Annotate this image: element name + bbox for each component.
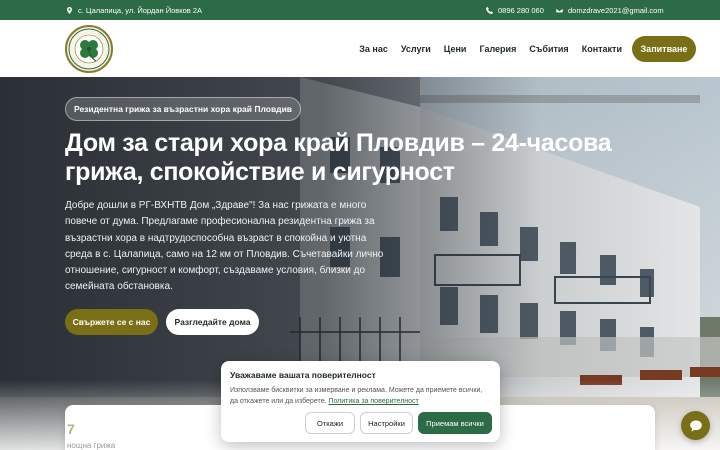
- cookie-actions: Откажи Настройки Приемам всички: [305, 412, 492, 434]
- top-contact-bar: с. Цалапица, ул. Йордан Йовков 2А 0896 2…: [0, 0, 720, 20]
- nav-contacts[interactable]: Контакти: [582, 44, 622, 54]
- nav-about[interactable]: За нас: [359, 44, 388, 54]
- nav-gallery[interactable]: Галерия: [479, 44, 516, 54]
- email-text[interactable]: domzdrave2021@gmail.com: [568, 6, 664, 15]
- nav-prices[interactable]: Цени: [444, 44, 467, 54]
- stat-value: 7: [67, 421, 75, 437]
- cookie-title: Уважаваме вашата поверителност: [230, 370, 376, 380]
- main-nav: За нас Услуги Цени Галерия Събития Конта…: [359, 20, 622, 77]
- mail-icon: [556, 7, 563, 13]
- cookie-accept-button[interactable]: Приемам всички: [418, 412, 492, 434]
- phone-icon: [486, 6, 493, 14]
- address-text: с. Цалапица, ул. Йордан Йовков 2А: [78, 5, 203, 15]
- nav-events[interactable]: Събития: [529, 44, 568, 54]
- cookie-banner: Уважаваме вашата поверителност Използвам…: [221, 361, 500, 442]
- chat-button[interactable]: [681, 411, 710, 440]
- email-link[interactable]: domzdrave2021@gmail.com: [556, 0, 664, 20]
- site-header: За нас Услуги Цени Галерия Събития Конта…: [0, 20, 720, 77]
- view-home-button[interactable]: Разгледайте дома: [166, 309, 259, 335]
- phone-link[interactable]: 0896 280 060: [486, 0, 544, 20]
- stat-label: нощна грижа: [67, 441, 116, 450]
- cookie-text: Използваме бисквитки за измерване и рекл…: [230, 385, 492, 407]
- cookie-settings-button[interactable]: Настройки: [360, 412, 413, 434]
- address-info: с. Цалапица, ул. Йордан Йовков 2А: [66, 0, 202, 20]
- map-pin-icon: [67, 6, 72, 14]
- cookie-reject-button[interactable]: Откажи: [305, 412, 355, 434]
- phone-text[interactable]: 0896 280 060: [498, 6, 544, 15]
- privacy-policy-link[interactable]: Политика за поверителност: [328, 398, 418, 405]
- site-logo[interactable]: [65, 25, 113, 73]
- hero-badge: Резидентна грижа за възрастни хора край …: [65, 97, 302, 121]
- hero-description: Добре дошли в РГ-ВХНТВ Дом „Здраве"! За …: [65, 200, 384, 293]
- hero-title: Дом за стари хора край Пловдив – 24-часо…: [65, 129, 612, 186]
- nav-services[interactable]: Услуги: [401, 44, 431, 54]
- chat-icon: [689, 420, 702, 431]
- contact-us-button[interactable]: Свържете се с нас: [65, 309, 158, 335]
- inquiry-button[interactable]: Запитване: [632, 36, 696, 62]
- clover-logo-icon: [68, 28, 110, 70]
